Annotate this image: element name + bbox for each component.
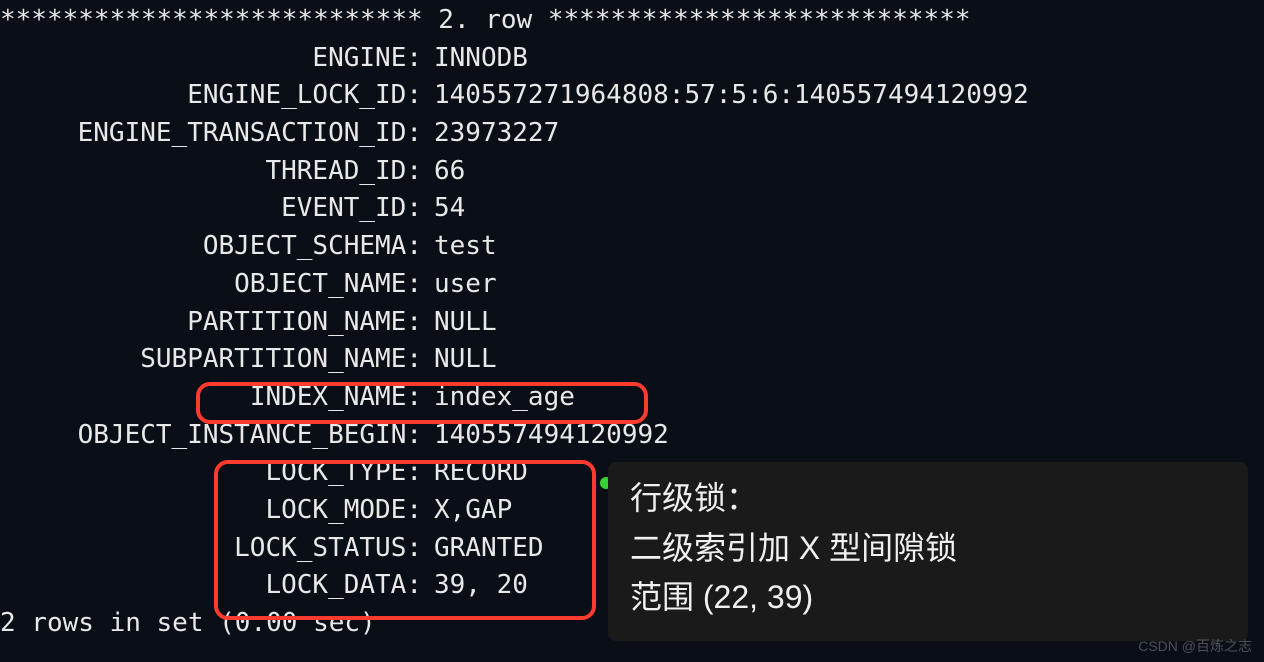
field-object-schema: OBJECT_SCHEMA:test [0,228,1264,266]
field-value: index_age [422,379,575,417]
field-engine: ENGINE:INNODB [0,40,1264,78]
stars-right: *************************** [548,2,971,40]
field-value: NULL [422,341,497,379]
annotation-tooltip: 行级锁： 二级索引加 X 型间隙锁 范围 (22, 39) [608,462,1248,641]
annotation-line-1: 行级锁： [630,474,1226,524]
field-label: OBJECT_NAME: [0,266,422,304]
row-separator: *************************** 2. row *****… [0,2,1264,40]
field-label: PARTITION_NAME: [0,304,422,342]
field-thread-id: THREAD_ID:66 [0,153,1264,191]
field-label: OBJECT_SCHEMA: [0,228,422,266]
field-value: GRANTED [422,530,544,568]
field-value: 140557271964808:57:5:6:140557494120992 [422,77,1029,115]
field-engine-transaction-id: ENGINE_TRANSACTION_ID:23973227 [0,115,1264,153]
field-partition-name: PARTITION_NAME:NULL [0,304,1264,342]
field-label: LOCK_MODE: [0,492,422,530]
field-label: OBJECT_INSTANCE_BEGIN: [0,417,422,455]
field-label: ENGINE: [0,40,422,78]
field-label: LOCK_DATA: [0,567,422,605]
field-value: 140557494120992 [422,417,669,455]
field-object-instance-begin: OBJECT_INSTANCE_BEGIN:140557494120992 [0,417,1264,455]
field-value: 54 [422,190,465,228]
field-index-name: INDEX_NAME:index_age [0,379,1264,417]
field-label: ENGINE_LOCK_ID: [0,77,422,115]
stars-left: *************************** [0,2,423,40]
field-engine-lock-id: ENGINE_LOCK_ID:140557271964808:57:5:6:14… [0,77,1264,115]
field-label: LOCK_STATUS: [0,530,422,568]
field-label: ENGINE_TRANSACTION_ID: [0,115,422,153]
field-value: test [422,228,497,266]
field-label: EVENT_ID: [0,190,422,228]
watermark: CSDN @百炼之志 [1138,636,1252,656]
field-label: THREAD_ID: [0,153,422,191]
field-label: LOCK_TYPE: [0,454,422,492]
field-value: INNODB [422,40,528,78]
field-value: 39, 20 [422,567,528,605]
field-value: user [422,266,497,304]
field-object-name: OBJECT_NAME:user [0,266,1264,304]
field-value: X,GAP [422,492,512,530]
rows-in-set: 2 rows in set (0.00 sec) [0,605,376,643]
field-value: NULL [422,304,497,342]
field-value: 23973227 [422,115,559,153]
annotation-line-2: 二级索引加 X 型间隙锁 [630,524,1226,574]
field-event-id: EVENT_ID:54 [0,190,1264,228]
field-value: RECORD [422,454,528,492]
row-number-label: 2. row [423,2,548,40]
field-value: 66 [422,153,465,191]
field-subpartition-name: SUBPARTITION_NAME:NULL [0,341,1264,379]
field-label: SUBPARTITION_NAME: [0,341,422,379]
field-label: INDEX_NAME: [0,379,422,417]
annotation-line-3: 范围 (22, 39) [630,573,1226,623]
